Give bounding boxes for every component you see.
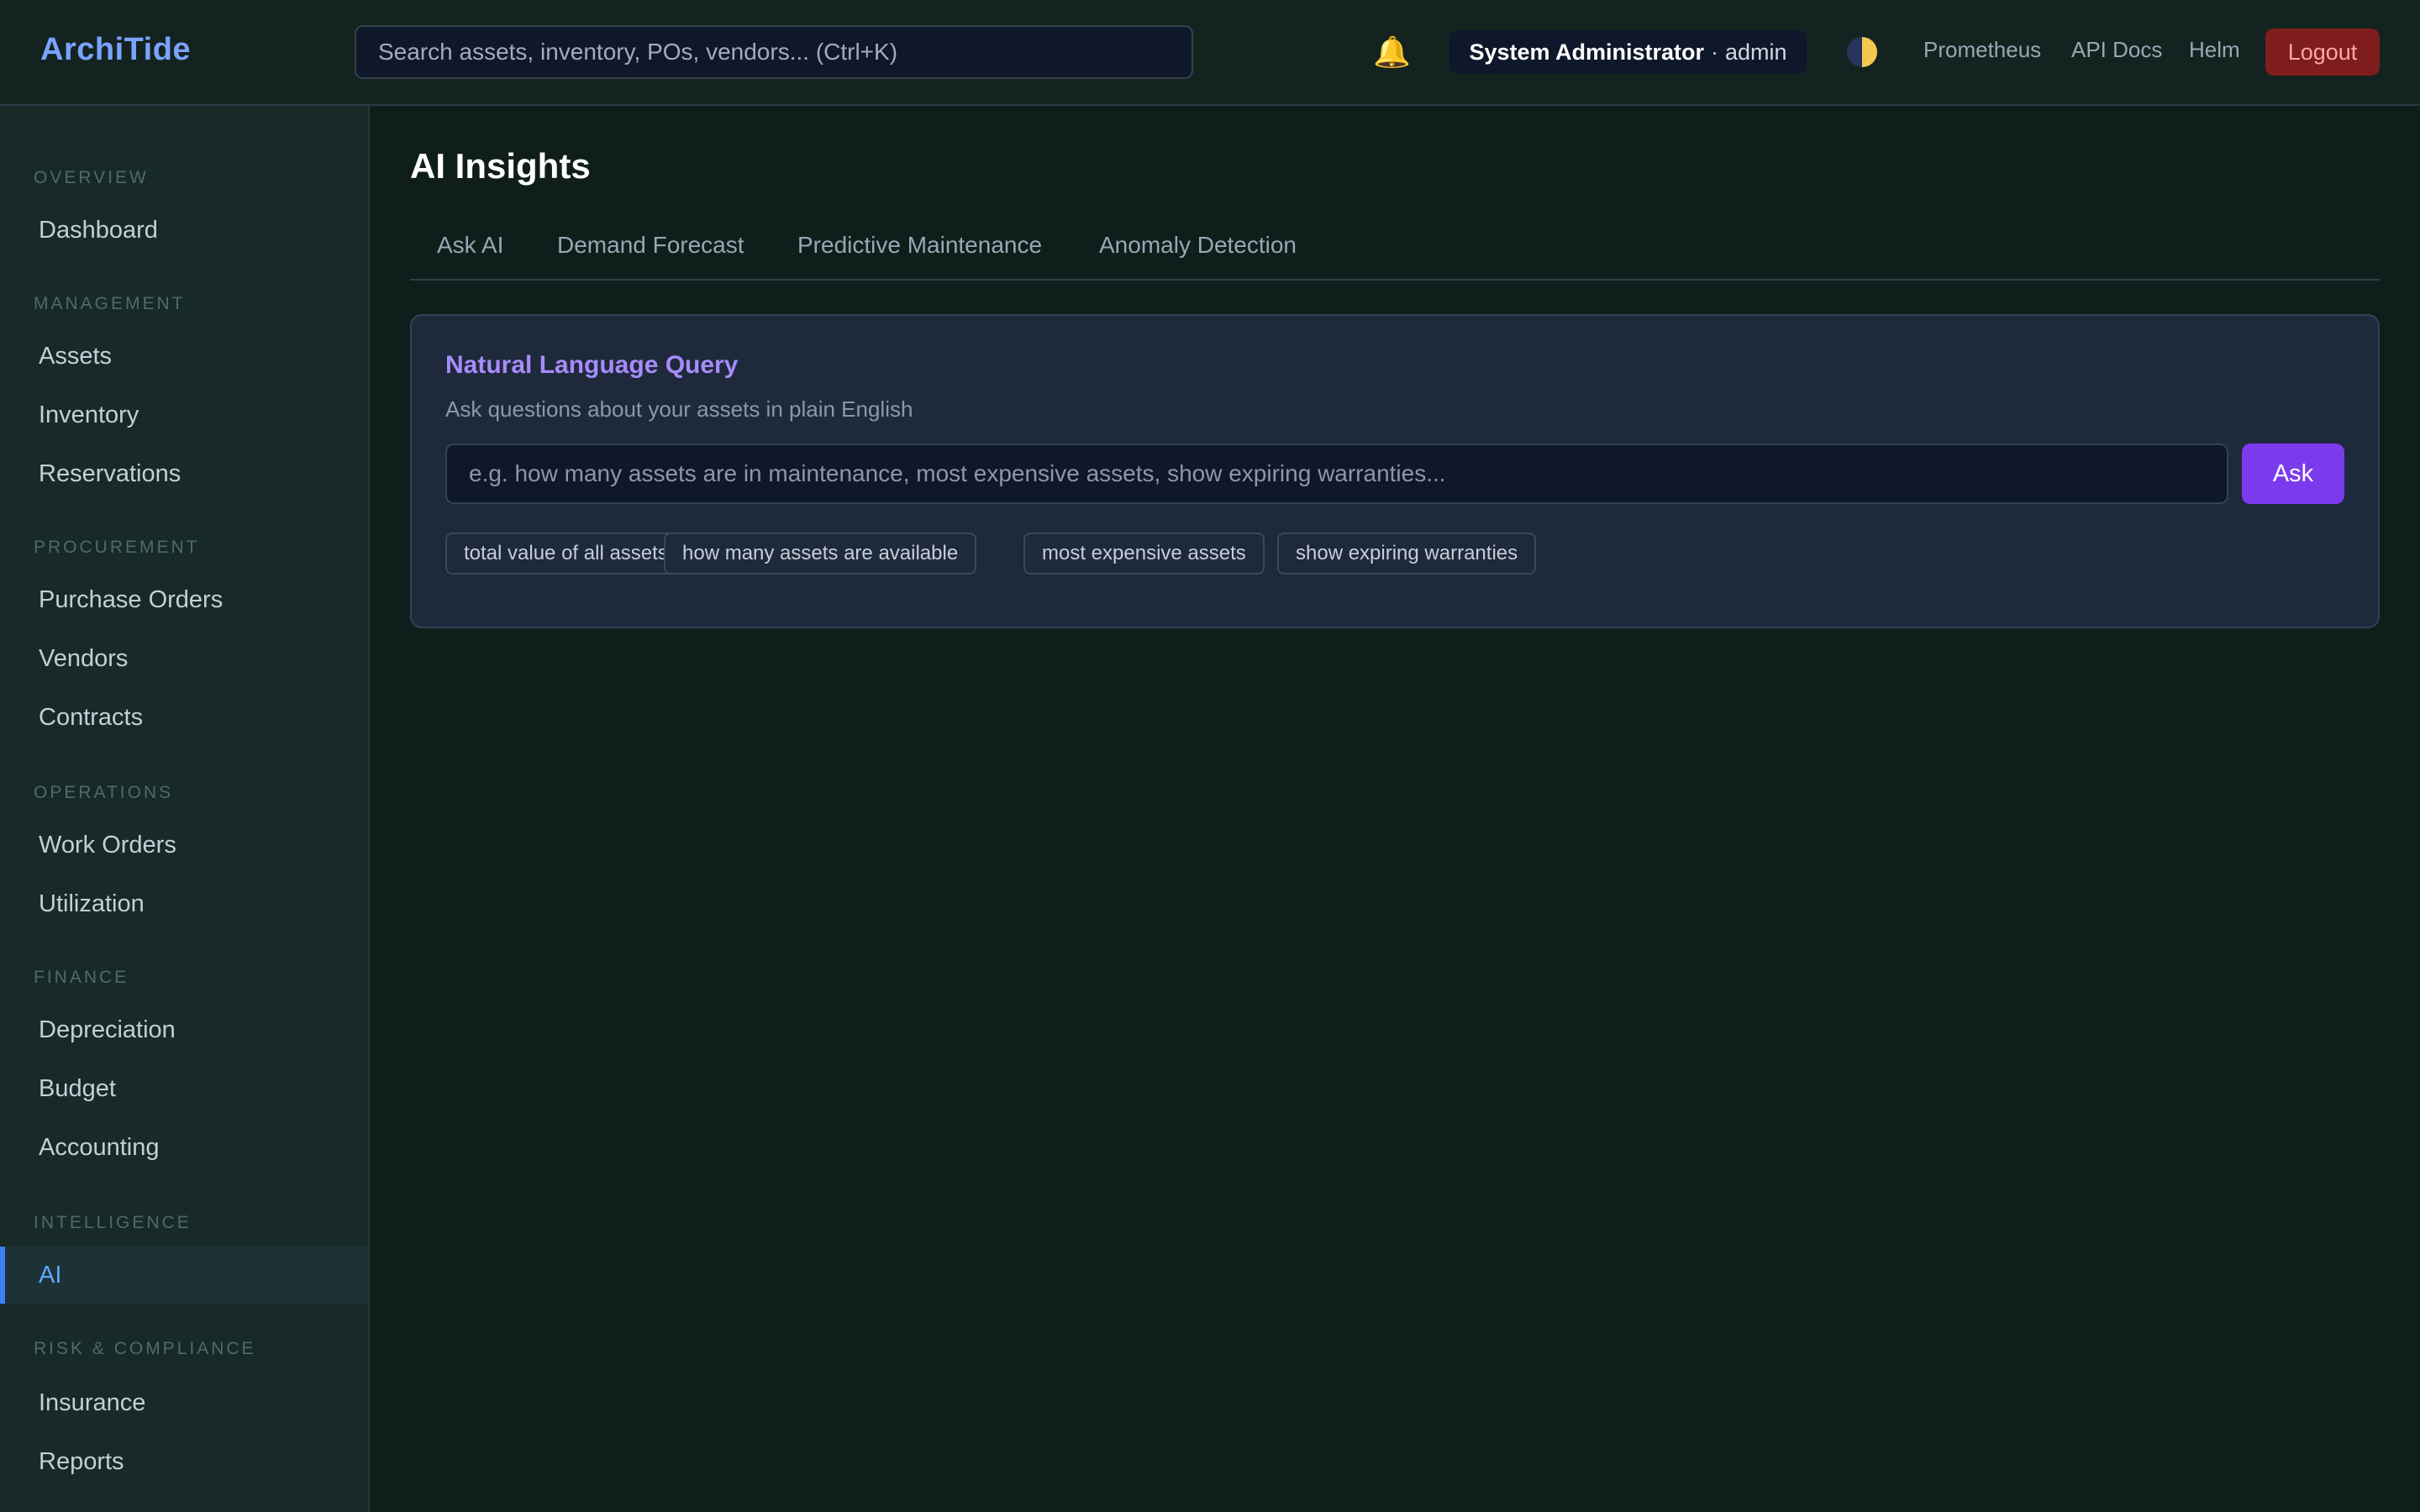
card-subtitle: Ask questions about your assets in plain… bbox=[445, 396, 913, 422]
suggestion-chip-expiring-warranties[interactable]: show expiring warranties bbox=[1277, 533, 1537, 575]
page-title: AI Insights bbox=[410, 146, 591, 186]
sidebar-item-reports[interactable]: Reports bbox=[0, 1433, 368, 1490]
section-label-risk-compliance: RISK & COMPLIANCE bbox=[34, 1339, 256, 1358]
tab-demand-forecast[interactable]: Demand Forecast bbox=[557, 232, 744, 259]
sidebar-item-dashboard[interactable]: Dashboard bbox=[0, 202, 368, 259]
sidebar-item-utilization[interactable]: Utilization bbox=[0, 875, 368, 932]
user-separator: · bbox=[1711, 39, 1719, 65]
user-badge[interactable]: System Administrator · admin bbox=[1449, 30, 1807, 74]
link-prometheus[interactable]: Prometheus bbox=[1923, 37, 2041, 63]
sidebar: OVERVIEW Dashboard MANAGEMENT Assets Inv… bbox=[0, 106, 370, 1512]
sidebar-item-insurance[interactable]: Insurance bbox=[0, 1374, 368, 1431]
tab-anomaly-detection[interactable]: Anomaly Detection bbox=[1099, 232, 1297, 259]
user-username: admin bbox=[1725, 39, 1787, 65]
sidebar-item-assets[interactable]: Assets bbox=[0, 328, 368, 385]
tab-bar: Ask AI Demand Forecast Predictive Mainte… bbox=[410, 225, 2380, 281]
sidebar-item-work-orders[interactable]: Work Orders bbox=[0, 816, 368, 874]
tab-predictive-maintenance[interactable]: Predictive Maintenance bbox=[797, 232, 1042, 259]
bell-icon[interactable]: 🔔 bbox=[1373, 30, 1411, 74]
suggestion-chip-total-value[interactable]: total value of all assets bbox=[445, 533, 687, 575]
sidebar-item-contracts[interactable]: Contracts bbox=[0, 689, 368, 746]
sidebar-item-depreciation[interactable]: Depreciation bbox=[0, 1001, 368, 1058]
section-label-finance: FINANCE bbox=[34, 968, 129, 987]
brand-logo[interactable]: ArchiTide bbox=[40, 32, 191, 68]
natural-language-query-card: Natural Language Query Ask questions abo… bbox=[410, 314, 2380, 628]
user-full-name: System Administrator bbox=[1469, 39, 1705, 65]
global-search-input[interactable] bbox=[355, 25, 1193, 79]
sidebar-item-accounting[interactable]: Accounting bbox=[0, 1119, 368, 1176]
ask-button[interactable]: Ask bbox=[2242, 444, 2344, 504]
section-label-management: MANAGEMENT bbox=[34, 294, 186, 313]
top-bar: ArchiTide 🔔 System Administrator · admin… bbox=[0, 0, 2420, 106]
section-label-overview: OVERVIEW bbox=[34, 168, 149, 187]
link-api-docs[interactable]: API Docs bbox=[2071, 37, 2162, 63]
suggestion-chip-most-expensive[interactable]: most expensive assets bbox=[1023, 533, 1265, 575]
sidebar-item-budget[interactable]: Budget bbox=[0, 1060, 368, 1117]
section-label-intelligence: INTELLIGENCE bbox=[34, 1213, 192, 1232]
suggestion-chip-assets-available[interactable]: how many assets are available bbox=[664, 533, 977, 575]
logout-button[interactable]: Logout bbox=[2265, 29, 2380, 76]
sidebar-item-ai[interactable]: AI bbox=[0, 1247, 368, 1304]
sidebar-item-vendors[interactable]: Vendors bbox=[0, 630, 368, 687]
half-moon-icon[interactable] bbox=[1847, 37, 1877, 67]
query-input[interactable] bbox=[445, 444, 2228, 504]
link-helm[interactable]: Helm bbox=[2189, 37, 2240, 63]
sidebar-item-purchase-orders[interactable]: Purchase Orders bbox=[0, 571, 368, 628]
section-label-procurement: PROCUREMENT bbox=[34, 538, 200, 557]
card-title: Natural Language Query bbox=[445, 351, 739, 379]
tab-ask-ai[interactable]: Ask AI bbox=[437, 232, 503, 259]
sidebar-item-inventory[interactable]: Inventory bbox=[0, 386, 368, 444]
sidebar-item-reservations[interactable]: Reservations bbox=[0, 445, 368, 502]
section-label-operations: OPERATIONS bbox=[34, 783, 174, 802]
